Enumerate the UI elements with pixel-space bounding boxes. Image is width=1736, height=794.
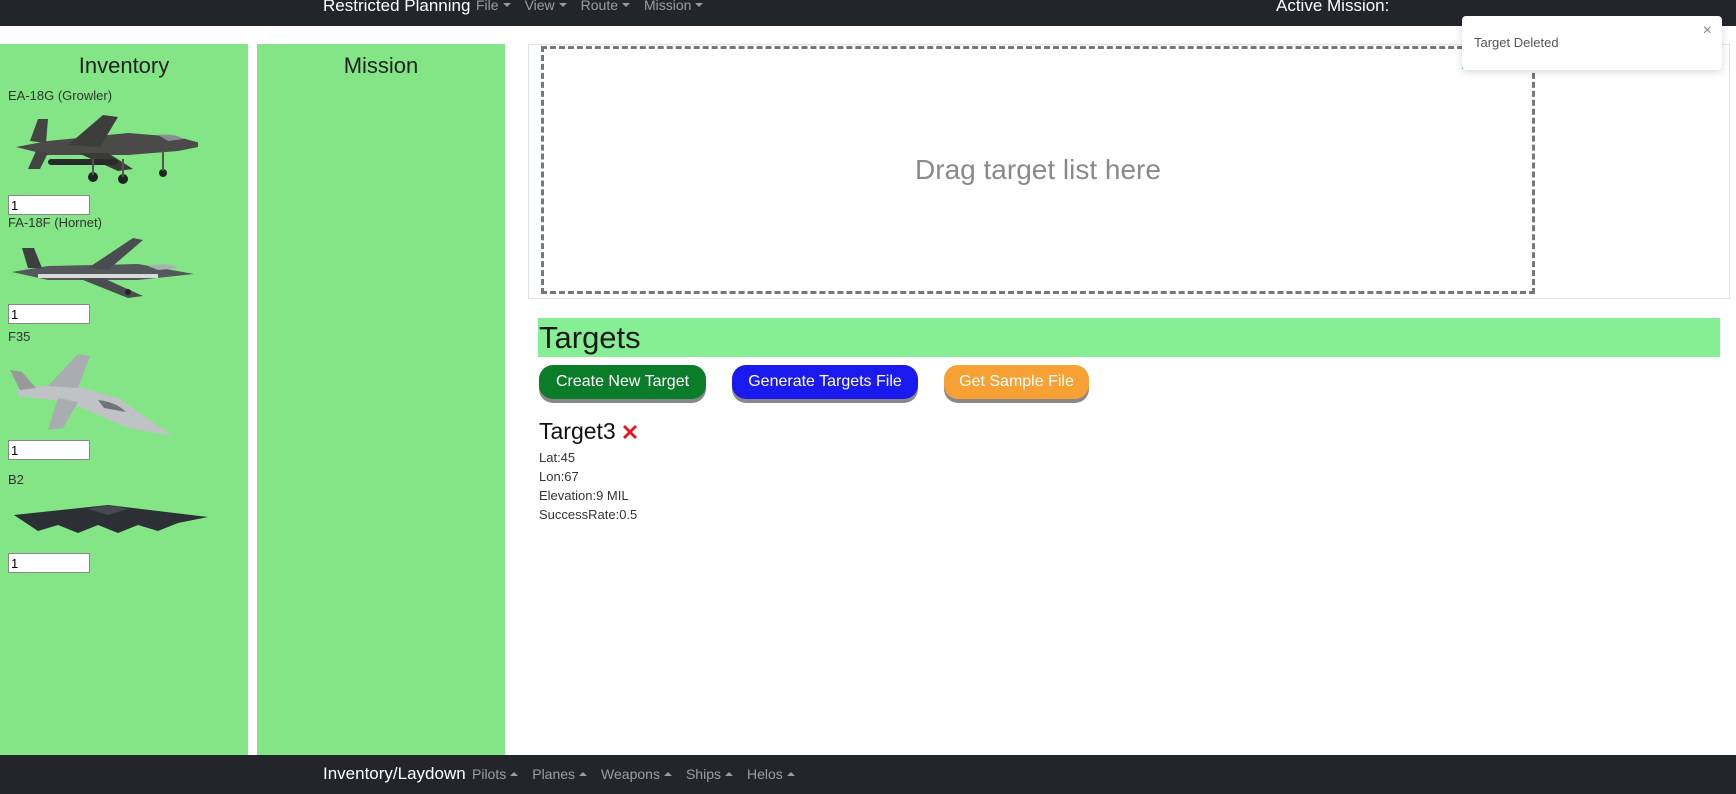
delete-target-icon[interactable] bbox=[620, 422, 640, 442]
inventory-item-label: EA-18G (Growler) bbox=[8, 88, 113, 103]
mission-panel[interactable]: Mission bbox=[257, 44, 505, 755]
caret-up-icon bbox=[579, 772, 588, 776]
caret-down-icon bbox=[558, 3, 567, 7]
inventory-item[interactable]: FA-18F (Hornet) bbox=[8, 215, 198, 324]
inventory-item-label: FA-18F (Hornet) bbox=[8, 215, 102, 230]
generate-targets-file-button[interactable]: Generate Targets File bbox=[732, 365, 918, 399]
nav-file-menu[interactable]: File bbox=[476, 0, 511, 13]
bottom-navbar: Inventory/Laydown Pilots Planes Weapons … bbox=[0, 755, 1736, 794]
target-name: Target3 bbox=[539, 418, 616, 444]
inventory-item-label: B2 bbox=[8, 472, 24, 487]
nav-ships-menu[interactable]: Ships bbox=[686, 766, 733, 782]
hornet-quantity-input[interactable] bbox=[8, 304, 90, 324]
mission-title: Mission bbox=[343, 53, 419, 78]
inventory-item[interactable]: EA-18G (Growler) bbox=[8, 88, 198, 215]
caret-up-icon bbox=[786, 772, 795, 776]
target-lat: Lat:45 bbox=[539, 450, 576, 465]
caret-down-icon bbox=[622, 3, 631, 7]
caret-down-icon bbox=[502, 3, 511, 7]
inventory-item[interactable]: B2 bbox=[8, 472, 208, 573]
dropzone-container: Drag target list here bbox=[528, 44, 1730, 299]
inventory-title: Inventory bbox=[78, 53, 170, 78]
target-list-dropzone[interactable]: Drag target list here bbox=[541, 46, 1535, 294]
caret-down-icon bbox=[695, 3, 704, 7]
f35-quantity-input[interactable] bbox=[8, 440, 90, 460]
target-elevation: Elevation:9 MIL bbox=[539, 488, 629, 503]
close-icon[interactable]: × bbox=[1703, 22, 1712, 40]
nav-mission-menu[interactable]: Mission bbox=[644, 0, 704, 13]
top-nav-menu: File View Route Mission bbox=[476, 0, 717, 13]
target-lon: Lon:67 bbox=[539, 469, 579, 484]
jet-hornet-image[interactable] bbox=[8, 234, 198, 302]
dropzone-text: Drag target list here bbox=[915, 154, 1161, 185]
inventory-laydown-brand[interactable]: Inventory/Laydown bbox=[323, 764, 466, 784]
active-mission-label: Active Mission: bbox=[1276, 0, 1390, 15]
caret-up-icon bbox=[724, 772, 733, 776]
target-name-row: Target3 bbox=[539, 418, 640, 445]
caret-up-icon bbox=[663, 772, 672, 776]
target-card: Target3 Lat:45 Lon:67 Elevation:9 MIL Su… bbox=[539, 418, 640, 522]
nav-route-menu[interactable]: Route bbox=[581, 0, 631, 13]
bottom-nav-menu: Pilots Planes Weapons Ships Helos bbox=[472, 766, 809, 782]
get-sample-file-button[interactable]: Get Sample File bbox=[944, 365, 1089, 399]
toast-notification: Target Deleted × bbox=[1462, 16, 1722, 70]
nav-planes-menu[interactable]: Planes bbox=[532, 766, 588, 782]
caret-up-icon bbox=[510, 772, 519, 776]
inventory-item-label: F35 bbox=[8, 329, 31, 344]
target-success-rate: SuccessRate:0.5 bbox=[539, 507, 638, 522]
jet-growler-image[interactable] bbox=[8, 107, 198, 193]
nav-weapons-menu[interactable]: Weapons bbox=[601, 766, 672, 782]
nav-view-menu[interactable]: View bbox=[525, 0, 567, 13]
inventory-item[interactable]: F35 bbox=[8, 329, 178, 460]
targets-heading: Targets bbox=[538, 318, 1720, 357]
bomber-b2-image[interactable] bbox=[8, 491, 208, 551]
nav-pilots-menu[interactable]: Pilots bbox=[472, 766, 519, 782]
toast-message: Target Deleted bbox=[1474, 35, 1559, 50]
growler-quantity-input[interactable] bbox=[8, 195, 90, 215]
app-brand[interactable]: Restricted Planning bbox=[323, 0, 470, 16]
nav-helos-menu[interactable]: Helos bbox=[747, 766, 795, 782]
jet-f35-image[interactable] bbox=[8, 348, 178, 438]
b2-quantity-input[interactable] bbox=[8, 553, 90, 573]
create-target-button[interactable]: Create New Target bbox=[539, 365, 706, 399]
inventory-panel: Inventory EA-18G (Growler) FA-18F (Horne… bbox=[0, 44, 248, 755]
